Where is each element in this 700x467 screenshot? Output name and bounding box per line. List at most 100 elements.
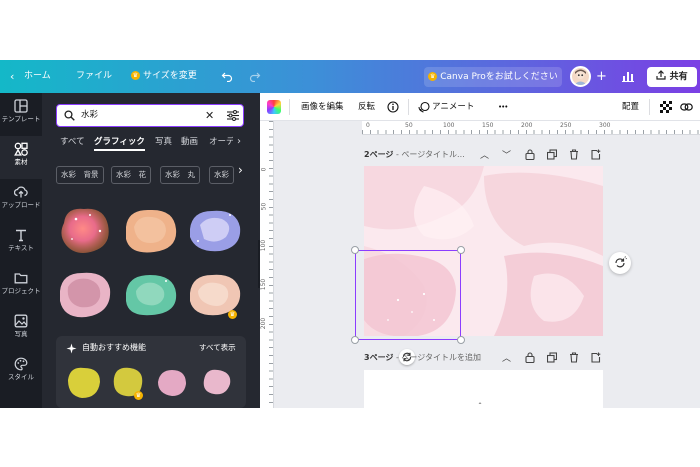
move-up-chevron-icon[interactable]: ︿ (502, 351, 511, 364)
share-upload-icon (656, 70, 667, 80)
filter-icon[interactable] (227, 110, 239, 121)
animate-button[interactable]: アニメート (418, 93, 474, 121)
rail-item-elements[interactable]: 素材 (0, 136, 42, 179)
ruler-h-label: 200 (521, 122, 533, 129)
duplicate-icon[interactable] (547, 149, 557, 160)
resize-handle-bottom-left[interactable] (351, 336, 359, 344)
pro-trial-button[interactable]: ♛ Canva Proをお試しください (424, 67, 562, 87)
insights-button[interactable] (622, 60, 634, 93)
top-bar: ‹ ホーム ファイル ♛ サイズを変更 ♛ Canva Proをお試しください + … (0, 60, 700, 93)
context-toolbar: 画像を編集 反転 アニメート ••• 配置 (260, 93, 700, 121)
trash-icon[interactable] (569, 352, 579, 363)
move-up-chevron-icon[interactable]: ︿ (480, 148, 489, 161)
transparency-icon[interactable] (660, 101, 672, 113)
text-icon (16, 229, 26, 242)
edit-image-button[interactable]: 画像を編集 (301, 93, 344, 121)
graphic-thumb-pink-orange[interactable] (56, 201, 114, 259)
ruler-v-label: 200 (260, 317, 268, 330)
tabs-next-chevron-icon[interactable]: › (237, 133, 241, 151)
page-2-label: 2ページ (364, 150, 394, 159)
graphic-thumb-peach[interactable] (120, 201, 182, 259)
resize-button[interactable]: ♛ サイズを変更 (131, 60, 197, 93)
move-down-chevron-icon[interactable]: ﹀ (502, 148, 511, 161)
rail-item-projects[interactable]: プロジェクト (0, 265, 42, 308)
search-icon (64, 110, 75, 121)
rail-label: プロジェクト (1, 287, 41, 295)
refresh-magic-button[interactable] (609, 252, 631, 274)
clear-search-icon[interactable]: ✕ (205, 105, 214, 126)
undo-button[interactable] (221, 60, 233, 93)
vertical-ruler: 0 50 100 150 200 (260, 121, 274, 408)
ruler-v-label: 150 (260, 278, 268, 291)
tab-all[interactable]: すべて (60, 133, 85, 151)
reco-thumb-yellow-1[interactable] (64, 362, 104, 402)
reco-thumb-pink-1[interactable] (152, 362, 192, 402)
page-3-title[interactable]: - ページタイトルを追加 (393, 353, 481, 362)
color-picker-swatch[interactable] (267, 100, 281, 114)
lock-icon[interactable] (525, 149, 535, 160)
back-chevron-icon[interactable]: ‹ (10, 60, 14, 93)
ruler-h-label: 0 (366, 122, 370, 129)
pages-expand-handle[interactable]: ⌃ (460, 402, 500, 408)
tab-graphics[interactable]: グラフィック (94, 133, 145, 151)
reco-thumb-pink-2[interactable] (196, 362, 236, 402)
left-rail: テンプレート 素材 アップロード テキスト プロジェクト 写真 スタイル (0, 93, 42, 408)
trash-icon[interactable] (569, 149, 579, 160)
resize-handle-bottom-right[interactable] (457, 336, 465, 344)
ruler-v-label: 100 (260, 239, 268, 252)
page-3-label: 3ページ (364, 353, 394, 362)
rail-item-uploads[interactable]: アップロード (0, 179, 42, 222)
page-3-header: 3ページ - ページタイトルを追加 (364, 351, 481, 365)
tab-videos[interactable]: 動画 (181, 133, 198, 151)
flip-button[interactable]: 反転 (358, 93, 375, 121)
rail-item-text[interactable]: テキスト (0, 222, 42, 265)
graphic-thumb-pink-cloud[interactable] (56, 265, 114, 323)
graphic-thumb-blush[interactable]: ♛ (186, 265, 244, 323)
animate-label: アニメート (432, 102, 475, 112)
page-2-title[interactable]: - ページタイトル... (393, 150, 465, 159)
reco-see-all-link[interactable]: すべて表示 (199, 342, 236, 353)
add-page-icon[interactable] (591, 149, 601, 160)
chip-watercolor-flower[interactable]: 水彩 花 (111, 166, 151, 184)
ruler-h-label: 100 (443, 122, 455, 129)
chip-watercolor-background[interactable]: 水彩 背景 (56, 166, 104, 184)
crown-icon: ♛ (131, 71, 140, 80)
reco-thumb-yellow-2[interactable]: ♛ (108, 362, 148, 402)
tab-photos[interactable]: 写真 (155, 133, 172, 151)
page-2-header: 2ページ - ページタイトル... (364, 148, 465, 162)
upload-icon (14, 186, 28, 198)
file-menu[interactable]: ファイル (76, 60, 112, 93)
bar-chart-icon (622, 71, 634, 82)
chip-watercolor-frame[interactable]: 水彩 枠 (209, 166, 234, 184)
ruler-h-label: 300 (599, 122, 611, 129)
link-button[interactable] (680, 93, 693, 121)
chip-watercolor-circle[interactable]: 水彩 丸 (160, 166, 200, 184)
chips-next-chevron-icon[interactable]: › (238, 163, 243, 177)
rail-item-photos[interactable]: 写真 (0, 308, 42, 351)
pro-crown-icon: ♛ (228, 310, 237, 319)
pro-crown-icon: ♛ (134, 391, 143, 400)
home-link[interactable]: ホーム (24, 60, 51, 93)
style-icon (14, 357, 28, 371)
redo-button[interactable] (249, 60, 261, 93)
lock-icon[interactable] (525, 352, 535, 363)
resize-handle-top-right[interactable] (457, 246, 465, 254)
rail-item-templates[interactable]: テンプレート (0, 93, 42, 136)
graphic-thumb-mint[interactable] (120, 265, 182, 323)
selection-box[interactable] (351, 246, 465, 344)
tab-audio[interactable]: オーデ (209, 133, 233, 151)
add-member-button[interactable]: + (596, 60, 607, 93)
resize-handle-top-left[interactable] (351, 246, 359, 254)
rail-item-styles[interactable]: スタイル (0, 351, 42, 394)
duplicate-icon[interactable] (547, 352, 557, 363)
share-button[interactable]: 共有 (647, 67, 697, 87)
search-input[interactable]: 水彩 ✕ (56, 104, 244, 127)
info-button[interactable] (387, 93, 399, 121)
avatar[interactable] (570, 66, 591, 87)
graphic-thumb-lavender[interactable] (186, 201, 244, 259)
share-label: 共有 (669, 72, 688, 82)
position-button[interactable]: 配置 (622, 93, 639, 121)
ruler-h-label: 150 (482, 122, 494, 129)
add-page-icon[interactable] (591, 352, 601, 363)
more-options-button[interactable]: ••• (498, 93, 508, 121)
